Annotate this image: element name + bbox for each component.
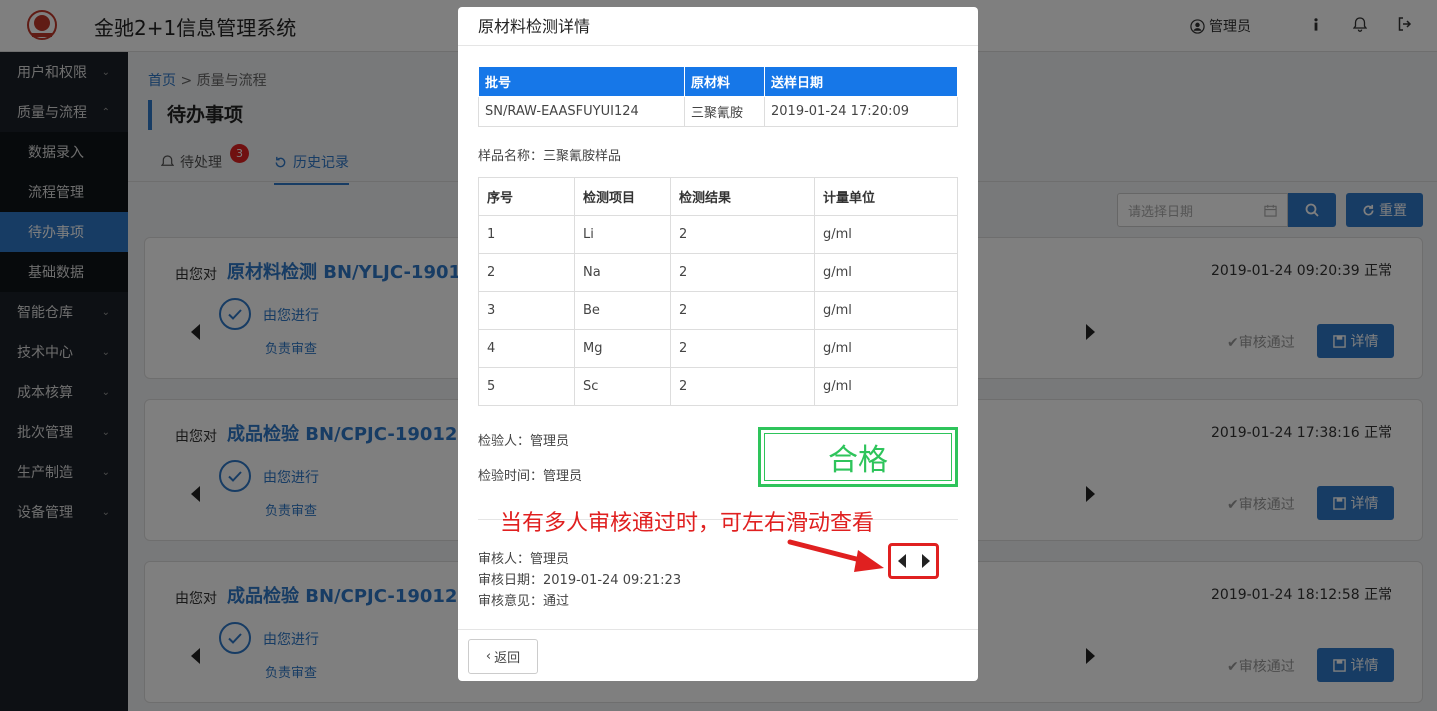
pass-stamp-text: 合格 <box>764 433 952 481</box>
review-opinion-value: 通过 <box>543 594 570 609</box>
column-header: 批号 <box>478 66 685 97</box>
table-cell: 3 <box>478 291 575 330</box>
column-header: 序号 <box>478 177 575 216</box>
prev-reviewer-icon[interactable] <box>897 554 906 568</box>
modal-footer: ‹ 返回 <box>458 629 978 681</box>
batch-table: 批号 原材料 送样日期 SN/RAW-EAASFUYUI124 三聚氰胺 201… <box>478 66 958 127</box>
inspector: 检验人：管理员 <box>478 430 569 449</box>
batch-number-cell: SN/RAW-EAASFUYUI124 <box>478 96 685 127</box>
table-header-row: 批号 原材料 送样日期 <box>478 66 958 97</box>
review-date-label: 审核日期： <box>478 573 544 588</box>
table-cell: Na <box>574 253 671 292</box>
table-cell: g/ml <box>814 253 958 292</box>
table-cell: g/ml <box>814 291 958 330</box>
table-cell: g/ml <box>814 329 958 368</box>
column-header: 检测项目 <box>574 177 671 216</box>
table-cell: 5 <box>478 367 575 406</box>
back-label: 返回 <box>494 651 521 666</box>
table-cell: 1 <box>478 215 575 254</box>
column-header: 检测结果 <box>670 177 815 216</box>
column-header: 送样日期 <box>764 66 958 97</box>
review-opinion: 审核意见：通过 <box>478 590 569 609</box>
annotation-arrow-icon <box>787 539 884 572</box>
review-date-value: 2019-01-24 09:21:23 <box>543 573 682 588</box>
table-row: 3 Be 2 g/ml <box>478 291 958 330</box>
review-date: 审核日期：2019-01-24 09:21:23 <box>478 569 681 588</box>
table-cell: 2 <box>670 329 815 368</box>
table-cell: 2 <box>478 253 575 292</box>
table-row: SN/RAW-EAASFUYUI124 三聚氰胺 2019-01-24 17:2… <box>478 96 958 127</box>
next-reviewer-icon[interactable] <box>921 554 930 568</box>
back-button[interactable]: ‹ 返回 <box>468 639 538 674</box>
table-row: 5 Sc 2 g/ml <box>478 367 958 406</box>
inspect-time-label: 检验时间： <box>478 469 544 484</box>
column-header: 原材料 <box>684 66 765 97</box>
table-cell: Mg <box>574 329 671 368</box>
table-row: 1 Li 2 g/ml <box>478 215 958 254</box>
table-row: 2 Na 2 g/ml <box>478 253 958 292</box>
column-header: 计量单位 <box>814 177 958 216</box>
modal-title: 原材料检测详情 <box>458 7 978 46</box>
reviewer-label: 审核人： <box>478 552 531 567</box>
table-cell: 4 <box>478 329 575 368</box>
table-cell: Li <box>574 215 671 254</box>
table-cell: Sc <box>574 367 671 406</box>
inspector-label: 检验人： <box>478 434 531 449</box>
table-cell: 2 <box>670 291 815 330</box>
sample-name-value: 三聚氰胺样品 <box>543 149 622 164</box>
sample-name: 样品名称：三聚氰胺样品 <box>478 145 621 164</box>
table-cell: 2 <box>670 253 815 292</box>
result-table: 序号 检测项目 检测结果 计量单位 1 Li 2 g/ml 2 Na 2 g/ml 3 Be 2… <box>478 177 958 406</box>
table-header-row: 序号 检测项目 检测结果 计量单位 <box>478 177 958 216</box>
sample-name-label: 样品名称： <box>478 149 544 164</box>
inspection-detail-modal: 原材料检测详情 批号 原材料 送样日期 SN/RAW-EAASFUYUI124 … <box>458 7 978 681</box>
reviewer-slider-controls <box>888 543 939 579</box>
reviewer: 审核人：管理员 <box>478 548 569 567</box>
annotation-text: 当有多人审核通过时，可左右滑动查看 <box>500 511 875 536</box>
table-cell: g/ml <box>814 367 958 406</box>
table-row: 4 Mg 2 g/ml <box>478 329 958 368</box>
chevron-left-icon: ‹ <box>485 649 492 664</box>
inspect-time-value: 管理员 <box>543 469 583 484</box>
inspector-value: 管理员 <box>530 434 570 449</box>
review-opinion-label: 审核意见： <box>478 594 544 609</box>
table-cell: Be <box>574 291 671 330</box>
inspect-time: 检验时间：管理员 <box>478 465 582 484</box>
table-cell: 2 <box>670 367 815 406</box>
material-cell: 三聚氰胺 <box>684 96 765 127</box>
table-cell: 2 <box>670 215 815 254</box>
sample-date-cell: 2019-01-24 17:20:09 <box>764 96 958 127</box>
table-cell: g/ml <box>814 215 958 254</box>
reviewer-value: 管理员 <box>530 552 570 567</box>
pass-stamp: 合格 <box>758 427 958 487</box>
